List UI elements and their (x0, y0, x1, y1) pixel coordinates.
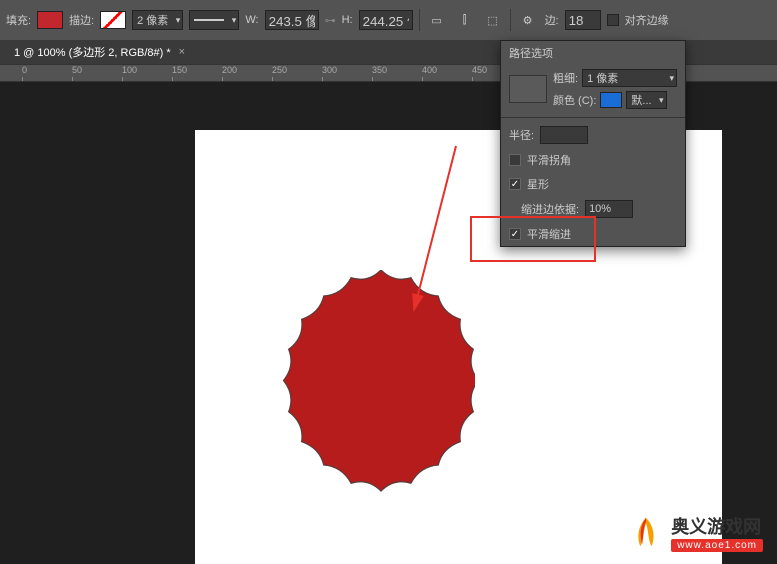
document-tab[interactable]: 1 @ 100% (多边形 2, RGB/8#) * × (6, 44, 193, 60)
watermark-url: www.aoe1.com (671, 539, 763, 552)
polygon-shape[interactable] (225, 270, 475, 520)
separator (510, 9, 511, 31)
color-label: 颜色 (C): (553, 92, 596, 108)
star-label: 星形 (527, 176, 549, 192)
stroke-width-dropdown[interactable]: 2 像素 (132, 10, 183, 30)
indent-input[interactable] (585, 200, 633, 218)
align-edges-checkbox[interactable] (607, 14, 619, 26)
star-checkbox[interactable] (509, 178, 521, 190)
path-color-swatch[interactable] (600, 92, 622, 108)
path-color-dropdown[interactable]: 默... (626, 91, 666, 109)
separator (419, 9, 420, 31)
watermark-title: 奥义游戏网 (671, 513, 763, 539)
radius-label: 半径: (509, 127, 534, 143)
height-label: H: (342, 14, 353, 26)
tab-title: 1 @ 100% (多边形 2, RGB/8#) * (14, 44, 171, 60)
width-label: W: (245, 14, 258, 26)
path-options-panel: 路径选项 粗细: 1 像素 颜色 (C): 默... 半径: 平滑拐角 星形 缩… (500, 40, 686, 247)
path-op-icon[interactable]: ▭ (426, 9, 448, 31)
fill-label: 填充: (6, 12, 31, 28)
indent-label: 缩进边依据: (521, 201, 579, 217)
radius-input[interactable] (540, 126, 588, 144)
width-input[interactable] (265, 10, 319, 30)
height-input[interactable] (359, 10, 413, 30)
align-edges-label: 对齐边缘 (625, 12, 669, 28)
align-icon[interactable]: ⫿ (454, 9, 476, 31)
path-preview (509, 75, 547, 103)
gear-icon[interactable]: ⚙ (517, 9, 539, 31)
smooth-indent-checkbox[interactable] (509, 228, 521, 240)
thickness-label: 粗细: (553, 70, 578, 86)
panel-title: 路径选项 (501, 41, 685, 65)
sides-input[interactable] (565, 10, 601, 30)
thickness-dropdown[interactable]: 1 像素 (582, 69, 677, 87)
arrange-icon[interactable]: ⬚ (482, 9, 504, 31)
watermark: 奥义游戏网 www.aoe1.com (627, 513, 763, 552)
fill-swatch[interactable] (37, 11, 63, 29)
sides-label: 边: (545, 12, 559, 28)
stroke-swatch[interactable] (100, 11, 126, 29)
stroke-style-dropdown[interactable] (189, 10, 239, 30)
smooth-corners-label: 平滑拐角 (527, 152, 571, 168)
link-wh-icon[interactable]: ⊶ (325, 14, 336, 27)
close-icon[interactable]: × (179, 46, 185, 58)
options-toolbar: 填充: 描边: 2 像素 W: ⊶ H: ▭ ⫿ ⬚ ⚙ 边: 对齐边缘 (0, 0, 777, 40)
watermark-logo-icon (627, 514, 665, 552)
smooth-corners-checkbox[interactable] (509, 154, 521, 166)
divider (501, 117, 685, 118)
stroke-label: 描边: (69, 12, 94, 28)
smooth-indent-label: 平滑缩进 (527, 226, 571, 242)
